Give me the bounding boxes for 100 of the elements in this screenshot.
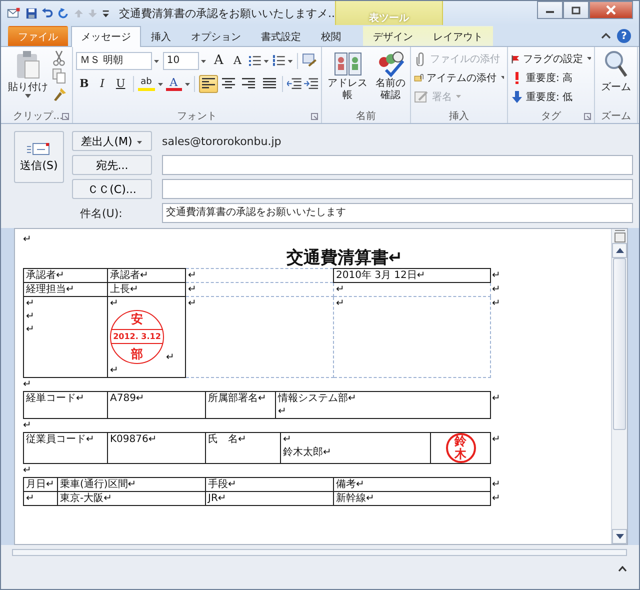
paste-button[interactable]: 貼り付け	[8, 50, 48, 109]
address-book-icon	[332, 50, 363, 78]
font-name-field[interactable]: ＭＳ 明朝	[76, 52, 152, 70]
font-size-field[interactable]: 10	[162, 52, 200, 70]
seal-text: 安	[131, 312, 143, 326]
font-color-button[interactable]: A	[166, 76, 182, 91]
group-label: 挿入	[449, 110, 469, 123]
signature-icon	[414, 90, 429, 104]
send-button[interactable]: 送信(S)	[14, 131, 64, 183]
dialog-launcher-icon[interactable]	[311, 112, 318, 120]
help-button[interactable]: ?	[617, 29, 631, 43]
scroll-down-button[interactable]	[612, 529, 627, 544]
bullet-list-icon[interactable]	[248, 54, 270, 68]
cell-text: 情報システム部↵ ↵	[278, 393, 356, 417]
app-icon[interactable]	[7, 6, 21, 20]
ribbon-menu-button[interactable]: アイテムの添付	[414, 69, 504, 86]
align-icon	[242, 78, 256, 89]
paragraph-mark: ↵	[492, 298, 500, 308]
underline-button[interactable]: U	[112, 74, 129, 92]
format-painter-icon[interactable]	[52, 86, 68, 102]
copy-icon[interactable]	[52, 68, 66, 84]
paragraph-mark: ↵	[23, 465, 32, 476]
ribbon-tab[interactable]: デザイン	[363, 26, 423, 46]
to-button[interactable]: 宛先...	[72, 155, 152, 175]
cell-text: 乗車(通行)区間↵	[60, 479, 136, 490]
to-field[interactable]	[162, 155, 633, 175]
cell-text: ↵	[110, 298, 118, 309]
paragraph-mark: ↵	[492, 392, 500, 404]
redo-icon[interactable]	[58, 6, 69, 20]
cell-text: ↵ 鈴木太郎↵	[283, 434, 332, 458]
ribbon-tab[interactable]: レイアウト	[423, 26, 493, 46]
down-arrow-icon	[511, 90, 523, 102]
ribbon-menu-button[interactable]: 重要度: 高	[511, 69, 591, 86]
italic-button[interactable]: I	[94, 74, 110, 92]
cell-text: K09876↵	[110, 434, 157, 445]
paragraph-mark: ↵	[23, 420, 32, 431]
ribbon-menu-button[interactable]: フラグの設定	[511, 50, 591, 67]
bold-button[interactable]: B	[76, 74, 92, 92]
align-icon	[262, 78, 276, 89]
subject-field[interactable]: 交通費清算書の承認をお願いいたします	[162, 203, 633, 223]
scroll-thumb[interactable]	[613, 258, 626, 430]
cell-text: 氏 名↵	[208, 434, 246, 445]
highlight-button[interactable]: ab	[138, 76, 155, 91]
caret-icon	[136, 138, 143, 144]
paragraph-mark: ↵	[492, 284, 500, 294]
close-button[interactable]	[589, 1, 633, 19]
cut-icon[interactable]	[52, 50, 66, 66]
ribbon-tab[interactable]: オプション	[181, 26, 251, 46]
seal-date: 2012. 3.12	[111, 329, 163, 344]
address-book-button[interactable]: アドレス帳	[325, 50, 370, 109]
ribbon-tab[interactable]: メッセージ	[71, 26, 141, 47]
window-title: 交通費清算書の承認をお願いいたしますメ..	[119, 6, 335, 20]
scroll-up-button[interactable]	[612, 243, 627, 258]
cell-text: ↵	[188, 270, 196, 281]
dialog-launcher-icon[interactable]	[62, 112, 69, 120]
styles-icon[interactable]	[302, 53, 318, 68]
grow-font-button[interactable]: A	[210, 52, 228, 70]
numbered-list-icon[interactable]	[272, 54, 294, 68]
ribbon-tab[interactable]: 書式設定	[251, 26, 311, 46]
group-label: クリップ...	[13, 110, 63, 123]
zoom-button[interactable]: ズーム	[601, 50, 631, 109]
align-button[interactable]	[199, 74, 218, 92]
down-triangle-icon	[616, 534, 624, 539]
cc-button[interactable]: ＣＣ(C)...	[72, 179, 152, 199]
minimize-button[interactable]	[537, 1, 563, 19]
seal-text: 部	[131, 348, 143, 362]
ribbon-menu-button[interactable]: 重要度: 低	[511, 88, 591, 105]
seal-text: 鈴	[454, 435, 466, 448]
decrease-indent-icon[interactable]	[287, 77, 302, 90]
cell-text: ↵ ↵ ↵	[26, 298, 34, 335]
cell-text: 経単コード↵	[26, 393, 84, 404]
save-icon[interactable]	[26, 6, 37, 20]
up-triangle-icon	[616, 248, 624, 253]
cell-text: 備考↵	[336, 479, 364, 490]
flag-icon	[511, 52, 520, 64]
cc-field[interactable]	[162, 179, 633, 199]
align-icon	[202, 78, 216, 89]
vertical-scrollbar[interactable]	[611, 229, 627, 544]
from-address: sales@tororokonbu.jp	[162, 134, 282, 148]
cell-text: 2010年 3月 12日↵	[336, 270, 426, 281]
minimize-ribbon-icon[interactable]	[601, 32, 611, 40]
check-names-button[interactable]: 名前の確認	[374, 50, 407, 109]
ribbon-tab[interactable]: 挿入	[141, 26, 181, 46]
increase-indent-icon[interactable]	[304, 77, 318, 90]
cell-text: 承認者↵	[110, 270, 148, 281]
dialog-launcher-icon[interactable]	[584, 112, 591, 120]
document-title: 交通費清算書↵	[286, 248, 403, 268]
close-icon	[605, 5, 617, 15]
cell-text: ↵	[26, 493, 34, 504]
maximize-button[interactable]	[563, 1, 589, 19]
paragraph-mark: ↵	[492, 434, 500, 444]
cell-text: ↵	[336, 284, 344, 295]
from-button[interactable]: 差出人(M)	[72, 131, 152, 151]
ribbon-tab[interactable]: 校閲	[311, 26, 351, 46]
cell-text: 新幹線↵	[336, 493, 374, 504]
ruler-toggle-icon[interactable]	[614, 229, 626, 243]
undo-icon[interactable]	[42, 6, 53, 20]
shrink-font-button[interactable]: A	[229, 52, 246, 70]
expand-caret-icon[interactable]	[618, 566, 627, 572]
paragraph-mark: ↵	[166, 351, 174, 364]
